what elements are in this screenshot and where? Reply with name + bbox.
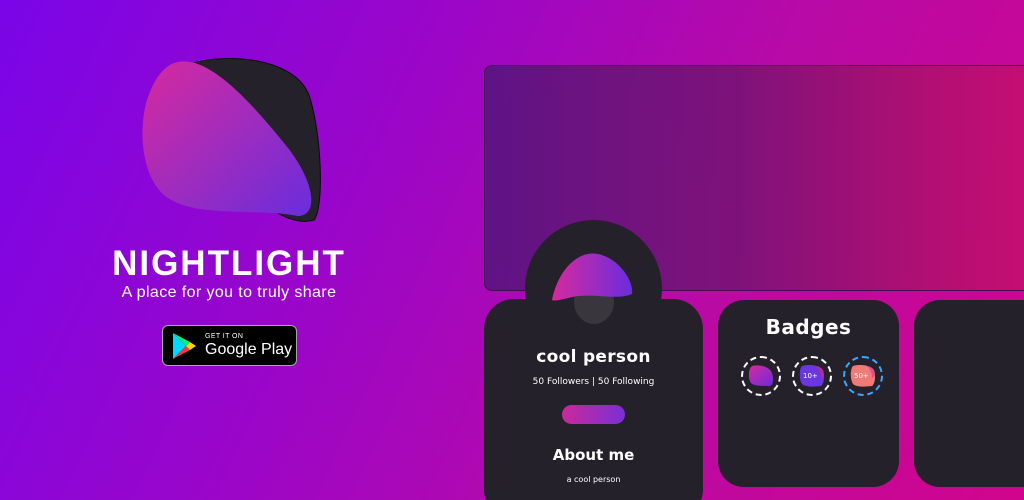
logo-badge-icon	[748, 365, 774, 386]
fifty-plus-label: 50+	[854, 372, 869, 380]
google-play-icon	[173, 332, 196, 359]
nightlight-avatar-icon[interactable]	[548, 250, 636, 325]
fifty-plus-badge[interactable]: 50+	[843, 356, 883, 396]
logo-badge[interactable]	[741, 356, 781, 396]
play-big-label: Google Play	[205, 341, 293, 358]
brand-tagline: A place for you to truly share	[121, 284, 337, 301]
nightlight-logo-icon	[142, 58, 321, 222]
follow-button[interactable]	[562, 405, 625, 424]
about-heading: About me	[552, 446, 635, 464]
play-small-label: GET IT ON	[205, 333, 244, 340]
profile-username: cool person	[536, 347, 651, 367]
google-play-button[interactable]: GET IT ON Google Play	[162, 325, 297, 366]
brand-title: NIGHTLIGHT	[112, 244, 346, 283]
extra-card	[914, 300, 1024, 487]
about-text: a cool person	[566, 475, 621, 484]
ten-plus-label: 10+	[803, 372, 818, 380]
badges-title: Badges	[765, 315, 852, 339]
follow-stats: 50 Followers | 50 Following	[532, 377, 655, 387]
ten-plus-badge[interactable]: 10+	[792, 356, 832, 396]
